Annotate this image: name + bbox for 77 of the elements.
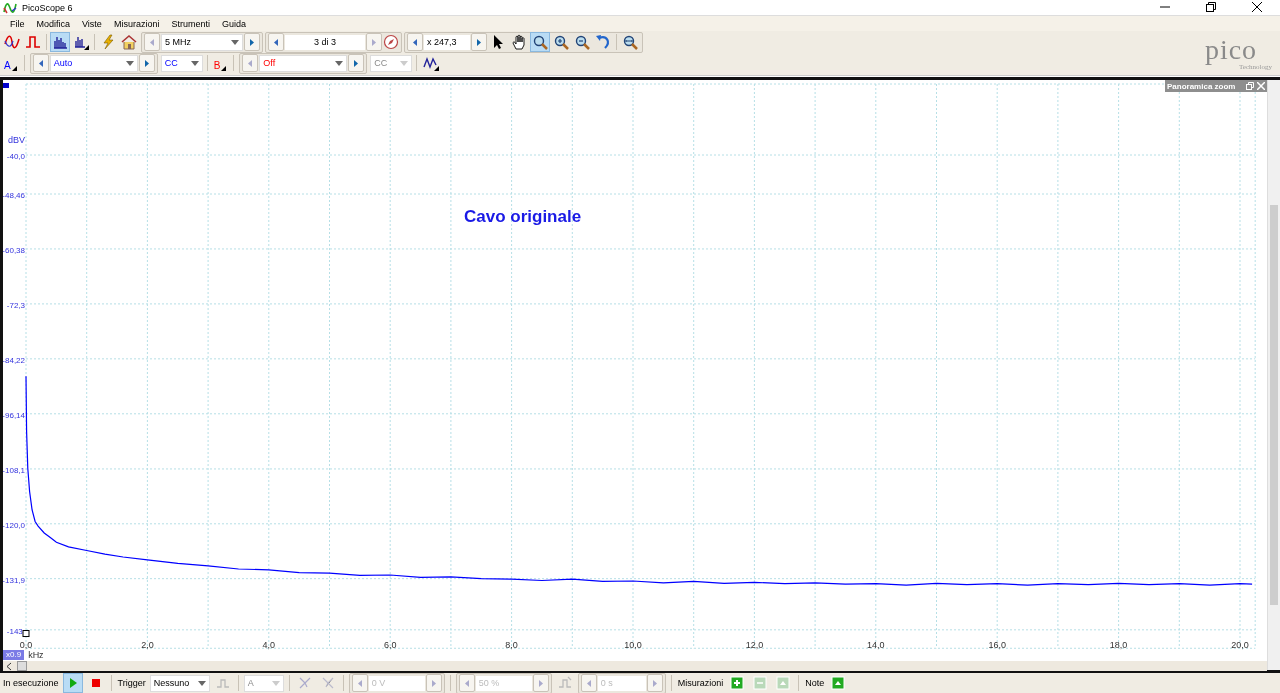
caret-icon: [400, 60, 409, 66]
caret-icon: [197, 680, 206, 686]
magnifier-icon[interactable]: [532, 34, 548, 50]
y-axis-label: -40,0: [6, 152, 25, 161]
menu-item[interactable]: Strumenti: [165, 18, 216, 29]
channel-button[interactable]: A: [2, 55, 19, 71]
corner-icon: [221, 66, 227, 71]
zoom-in-icon[interactable]: [553, 34, 569, 50]
x-unit-label: kHz: [28, 650, 44, 660]
menu-item[interactable]: Modifica: [30, 18, 77, 29]
caret-icon: [190, 60, 199, 66]
y-axis-label: -60,38: [3, 245, 25, 255]
x-axis-label: 12,0: [745, 640, 764, 651]
menu-item[interactable]: Viste: [76, 18, 108, 29]
x-axis-label: 16,0: [988, 640, 1006, 651]
logo-text: pico: [1204, 35, 1258, 64]
vertical-scrollbar[interactable]: [1267, 80, 1280, 670]
scope-wave-icon[interactable]: [4, 34, 20, 50]
home-icon[interactable]: [121, 34, 137, 50]
y-axis-label: -84,22: [3, 355, 25, 365]
signal-generator-icon[interactable]: [423, 55, 440, 71]
range-dropdown[interactable]: Off: [259, 54, 348, 72]
menu-item[interactable]: Misurazioni: [107, 18, 166, 29]
measurements-label: Misurazioni: [676, 678, 725, 688]
x-axis-label: 6,0: [383, 640, 397, 651]
panel-title: Panoramica zoom: [1167, 81, 1237, 91]
caret-icon: [271, 680, 280, 686]
add-icon[interactable]: [729, 675, 746, 691]
menu-item[interactable]: Guida: [215, 18, 252, 29]
annotation-text: Cavo originale: [464, 207, 582, 226]
lightning-icon[interactable]: [100, 34, 116, 50]
caret-icon: [231, 39, 239, 45]
y-axis-label: -48,46: [3, 191, 25, 200]
notes-label: Note: [804, 678, 826, 688]
corner-icon: [11, 66, 17, 71]
app-icon: [3, 1, 17, 14]
buffer-field[interactable]: 3 di 3: [285, 34, 365, 50]
pulse-icon[interactable]: [25, 34, 41, 50]
y-unit-label: dBV: [8, 135, 25, 145]
x-axis-label: 8,0: [505, 640, 518, 651]
y-axis-label: -72,3: [6, 300, 25, 310]
cursor-marker: [22, 630, 30, 637]
y-axis-label: -96,14: [3, 410, 25, 420]
x-axis-label: 14,0: [867, 640, 885, 651]
y-axis-label: -120,0: [3, 520, 25, 530]
zoom-fit-icon[interactable]: [622, 34, 638, 50]
channel-marker: [3, 83, 9, 88]
x-axis-label: 2,0: [141, 640, 154, 651]
spectrum-bars-icon[interactable]: [73, 34, 89, 50]
spectrum-bars-icon[interactable]: [52, 34, 68, 50]
scale-badge[interactable]: x0.9: [3, 650, 25, 660]
window-title: PicoScope 6: [22, 2, 74, 13]
range-dropdown[interactable]: Auto: [49, 54, 138, 72]
trigger-mode-dropdown[interactable]: Nessuno: [149, 674, 210, 692]
caret-icon: [125, 60, 134, 66]
coupling-dropdown[interactable]: CC: [160, 54, 203, 72]
zoom-out-icon[interactable]: [574, 34, 590, 50]
caret-icon: [335, 60, 344, 66]
notes-icon[interactable]: [830, 675, 847, 691]
x-axis-label: 10,0: [624, 640, 642, 651]
x-axis-label: 20,0: [1231, 640, 1249, 651]
x-axis-label: 0,0: [19, 640, 33, 651]
zoom-factor-field[interactable]: x 247,3: [424, 34, 470, 50]
undo-icon[interactable]: [595, 34, 611, 50]
hand-icon[interactable]: [511, 34, 527, 50]
scrollbar-thumb[interactable]: [17, 661, 27, 671]
y-axis-label: -143,: [6, 626, 25, 636]
y-axis-label: -131,9: [3, 575, 25, 585]
compass-icon[interactable]: [383, 34, 399, 50]
status-label: In esecuzione: [2, 678, 60, 688]
trigger-label: Trigger: [116, 678, 147, 688]
coupling-dropdown[interactable]: CC: [370, 54, 413, 72]
x-axis-label: 18,0: [1109, 640, 1128, 651]
menu-item[interactable]: File: [4, 18, 31, 29]
y-axis-label: -108,1: [3, 465, 25, 475]
x-axis-label: 4,0: [262, 640, 276, 651]
bandwidth-dropdown[interactable]: 5 MHz: [161, 33, 243, 51]
